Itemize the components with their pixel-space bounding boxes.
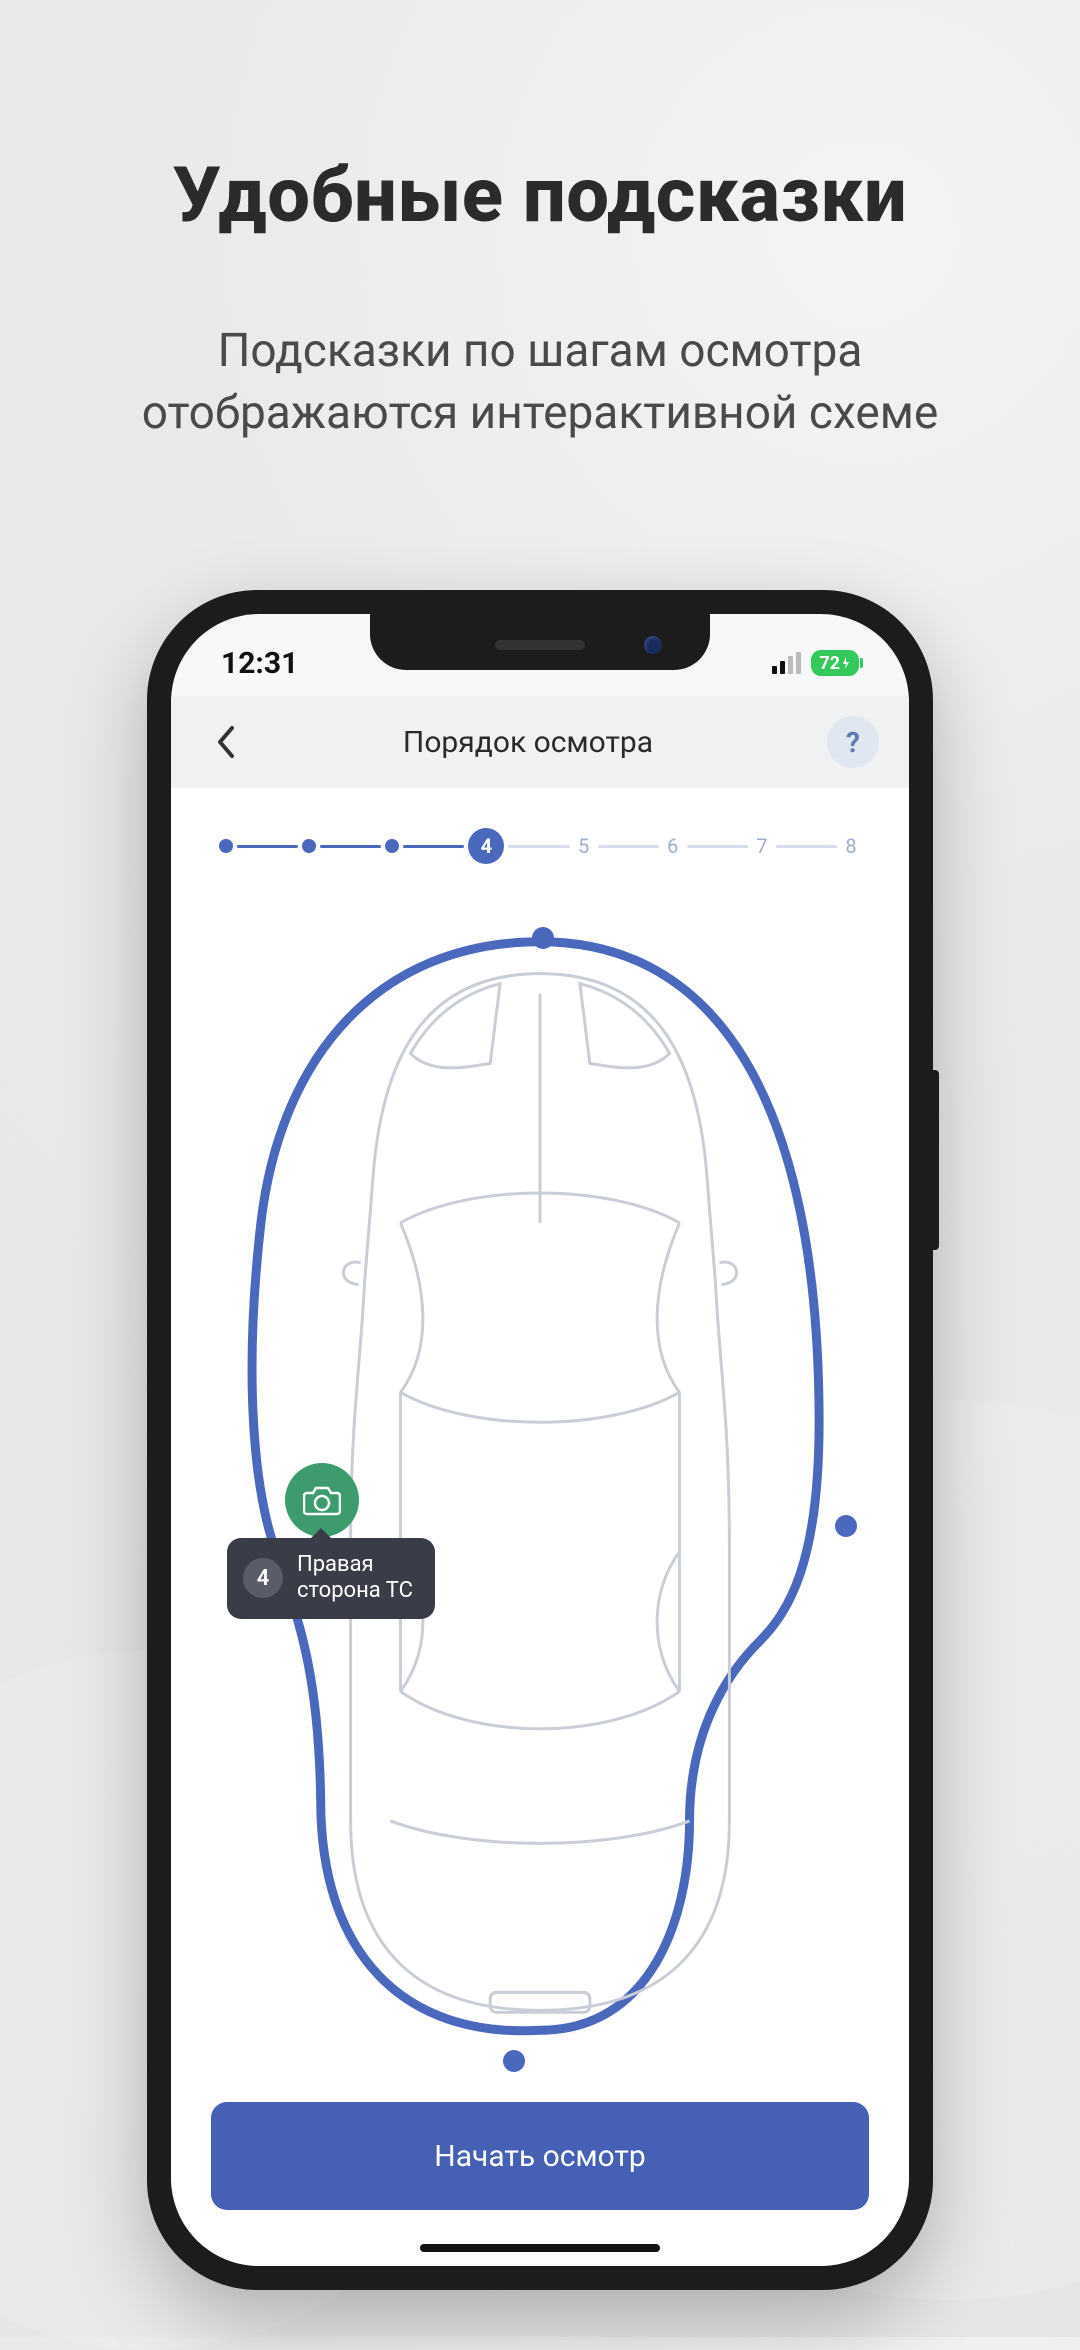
step-dot-1 — [219, 839, 233, 853]
promo-title: Удобные подсказки — [0, 150, 1080, 240]
hotspot-rear[interactable] — [503, 2050, 525, 2072]
step-current: 4 — [468, 828, 504, 864]
tooltip-label: Правая сторона ТС — [297, 1552, 413, 1605]
home-indicator[interactable] — [420, 2244, 660, 2252]
step-label-5: 5 — [574, 834, 594, 858]
tooltip-step-badge: 4 — [243, 1558, 283, 1598]
step-label-8: 8 — [841, 834, 861, 858]
phone-notch — [370, 614, 710, 670]
step-label-7: 7 — [752, 834, 772, 858]
statusbar-time: 12:31 — [221, 646, 298, 681]
camera-button[interactable] — [285, 1463, 359, 1537]
step-dot-3 — [385, 839, 399, 853]
hotspot-front[interactable] — [532, 927, 554, 949]
main-content: 4 5 6 7 8 — [171, 788, 909, 2266]
car-diagram[interactable]: 4 Правая сторона ТС — [231, 918, 849, 2066]
camera-icon — [303, 1484, 341, 1516]
start-inspection-button[interactable]: Начать осмотр — [211, 2102, 869, 2210]
step-label-6: 6 — [663, 834, 683, 858]
app-header: Порядок осмотра ? — [171, 696, 909, 788]
step-progress[interactable]: 4 5 6 7 8 — [215, 828, 865, 864]
hotspot-left-side[interactable] — [835, 1515, 857, 1537]
help-button[interactable]: ? — [827, 716, 879, 768]
battery-indicator: 72 — [811, 650, 859, 676]
step-dot-2 — [302, 839, 316, 853]
step-tooltip: 4 Правая сторона ТС — [227, 1538, 435, 1619]
phone-screen: 12:31 72 Порядок осмотра ? — [171, 614, 909, 2266]
question-icon: ? — [846, 726, 860, 759]
promo-subtitle: Подсказки по шагам осмотра отображаются … — [60, 320, 1020, 444]
signal-icon — [772, 652, 801, 674]
phone-frame: 12:31 72 Порядок осмотра ? — [147, 590, 933, 2290]
page-title: Порядок осмотра — [229, 725, 827, 760]
